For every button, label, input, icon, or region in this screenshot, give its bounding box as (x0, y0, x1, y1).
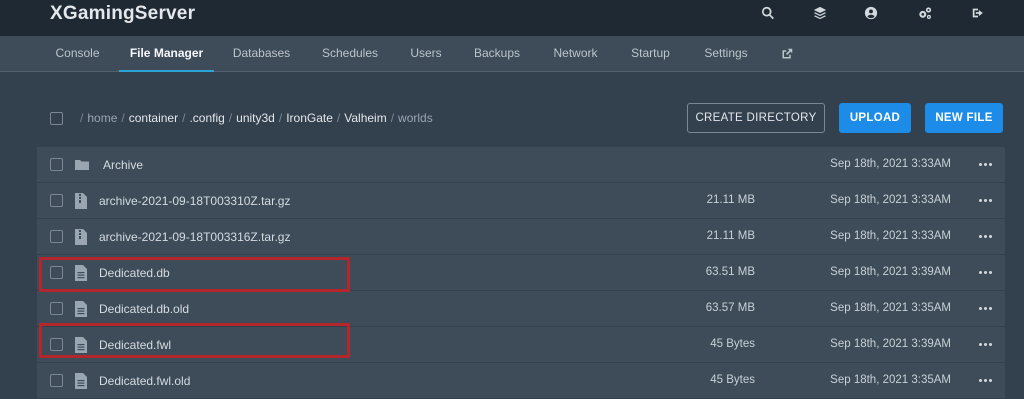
file-size: 21.11 MB (706, 230, 755, 242)
sign-out-icon[interactable] (952, 0, 1004, 26)
file-date: Sep 18th, 2021 3:39AM (830, 338, 951, 350)
tab-label: Console (55, 46, 100, 60)
file-name: Dedicated.db (99, 266, 170, 280)
file-archive-icon (74, 229, 88, 245)
breadcrumb-separator: / (278, 111, 283, 125)
tab-users[interactable]: Users (401, 36, 451, 72)
file-date: Sep 18th, 2021 3:33AM (830, 194, 951, 206)
row-menu-icon[interactable] (975, 371, 995, 389)
user-icon[interactable] (845, 0, 897, 26)
file-size: 45 Bytes (710, 374, 755, 386)
file-row[interactable]: Dedicated.fwl.old 45 Bytes Sep 18th, 202… (37, 363, 1005, 399)
tab-schedules[interactable]: Schedules (311, 36, 389, 72)
folder-icon (74, 157, 90, 173)
breadcrumb-valheim[interactable]: Valheim (344, 111, 386, 125)
file-name: Dedicated.fwl.old (99, 374, 191, 388)
app-title[interactable]: XGamingServer (50, 3, 195, 25)
top-bar: XGamingServer (0, 0, 1024, 36)
row-menu-icon[interactable] (975, 155, 995, 173)
file-text-icon (74, 337, 88, 353)
tab-label: Databases (232, 46, 291, 60)
file-date: Sep 18th, 2021 3:35AM (830, 374, 951, 386)
file-size: 45 Bytes (710, 338, 755, 350)
tab-label: Schedules (321, 46, 379, 60)
file-row[interactable]: Dedicated.db.old 63.57 MB Sep 18th, 2021… (37, 291, 1005, 327)
file-row[interactable]: Dedicated.db 63.51 MB Sep 18th, 2021 3:3… (37, 255, 1005, 291)
tab-label: Network (553, 46, 598, 60)
breadcrumb-separator: / (336, 111, 341, 125)
tab-startup[interactable]: Startup (620, 36, 681, 72)
breadcrumb-unity3d[interactable]: unity3d (236, 111, 275, 125)
file-name: archive-2021-09-18T003310Z.tar.gz (99, 194, 291, 208)
file-name: Archive (103, 158, 144, 172)
breadcrumb-separator: / (390, 111, 395, 125)
breadcrumb-separator: / (228, 111, 233, 125)
file-date: Sep 18th, 2021 3:39AM (830, 266, 951, 278)
file-row[interactable]: archive-2021-09-18T003316Z.tar.gz 21.11 … (37, 219, 1005, 255)
tab-label: Backups (473, 46, 521, 60)
select-all-checkbox[interactable] (50, 112, 63, 125)
search-icon[interactable] (742, 0, 794, 26)
breadcrumb-config[interactable]: .config (189, 111, 224, 125)
row-menu-icon[interactable] (975, 227, 995, 245)
file-size: 63.51 MB (705, 266, 755, 278)
tab-backups[interactable]: Backups (464, 36, 530, 72)
breadcrumb-home[interactable]: home (87, 111, 117, 125)
row-menu-icon[interactable] (975, 299, 995, 317)
new-file-button[interactable]: NEW FILE (925, 103, 1003, 133)
server-nav: Console File Manager Databases Schedules… (0, 36, 1024, 72)
tab-console[interactable]: Console (45, 36, 110, 72)
row-checkbox[interactable] (50, 374, 63, 387)
file-date: Sep 18th, 2021 3:33AM (830, 230, 951, 242)
tab-network[interactable]: Network (543, 36, 608, 72)
tab-label: Users (410, 46, 442, 60)
row-checkbox[interactable] (50, 302, 63, 315)
upload-button[interactable]: UPLOAD (839, 103, 911, 133)
file-text-icon (74, 265, 88, 281)
row-checkbox[interactable] (50, 230, 63, 243)
breadcrumb-container[interactable]: container (129, 111, 178, 125)
file-size: 21.11 MB (706, 194, 755, 206)
breadcrumb-separator: / (121, 111, 125, 125)
breadcrumb-separator: / (80, 111, 84, 125)
breadcrumb: / home / container / .config / unity3d / IronGate… (76, 111, 433, 125)
layers-icon[interactable] (794, 0, 846, 26)
tab-databases[interactable]: Databases (223, 36, 300, 72)
tab-label: Settings (704, 46, 748, 60)
file-name: Dedicated.db.old (99, 302, 190, 316)
tab-external[interactable] (774, 36, 800, 72)
tab-file-manager[interactable]: File Manager (119, 36, 214, 72)
file-text-icon (74, 301, 88, 317)
row-checkbox[interactable] (50, 158, 63, 171)
row-menu-icon[interactable] (975, 335, 995, 353)
file-name: archive-2021-09-18T003316Z.tar.gz (99, 230, 291, 244)
external-link-icon (781, 46, 793, 60)
row-checkbox[interactable] (50, 338, 63, 351)
file-text-icon (74, 373, 88, 389)
tab-settings[interactable]: Settings (693, 36, 759, 72)
cogs-icon[interactable] (899, 0, 951, 26)
file-row[interactable]: Archive Sep 18th, 2021 3:33AM (37, 147, 1005, 183)
breadcrumb-worlds: worlds (398, 111, 433, 125)
file-list: Archive Sep 18th, 2021 3:33AM archive-20… (37, 147, 1005, 399)
breadcrumb-separator: / (182, 111, 186, 125)
file-archive-icon (74, 193, 88, 209)
file-date: Sep 18th, 2021 3:35AM (830, 302, 951, 314)
file-row[interactable]: Dedicated.fwl 45 Bytes Sep 18th, 2021 3:… (37, 327, 1005, 363)
file-row[interactable]: archive-2021-09-18T003310Z.tar.gz 21.11 … (37, 183, 1005, 219)
file-date: Sep 18th, 2021 3:33AM (830, 158, 951, 170)
row-menu-icon[interactable] (975, 263, 995, 281)
row-checkbox[interactable] (50, 194, 63, 207)
tab-label: File Manager (129, 46, 204, 60)
row-checkbox[interactable] (50, 266, 63, 279)
breadcrumb-irongate[interactable]: IronGate (286, 111, 333, 125)
file-name: Dedicated.fwl (99, 338, 172, 352)
create-directory-button[interactable]: CREATE DIRECTORY (687, 103, 825, 133)
tab-label: Startup (631, 46, 670, 60)
row-menu-icon[interactable] (975, 191, 995, 209)
file-size: 63.57 MB (705, 302, 755, 314)
